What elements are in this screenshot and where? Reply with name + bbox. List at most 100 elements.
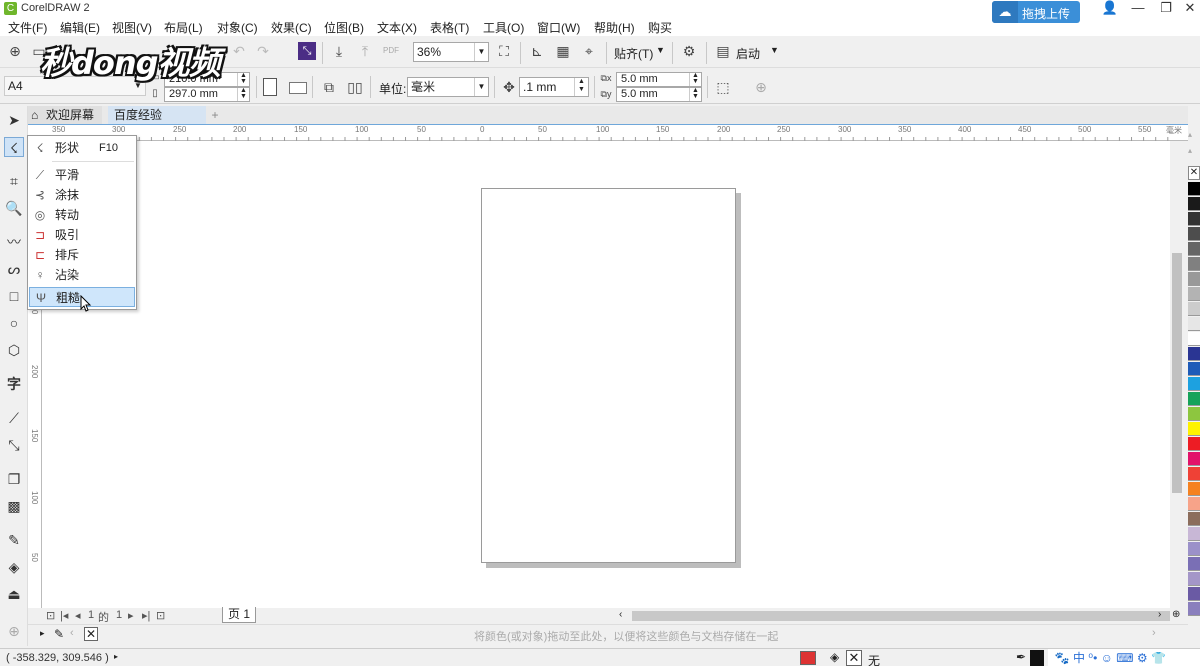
menu-help[interactable]: 帮助(H) — [594, 19, 635, 36]
palette-swatch[interactable] — [1188, 467, 1200, 481]
palette-swatch[interactable] — [1188, 287, 1200, 301]
chevron-right-icon[interactable]: › — [1152, 627, 1156, 639]
page-height-input[interactable]: 297.0 mm ▲ ▼ — [164, 87, 250, 102]
tab-document[interactable]: 百度经验 — [108, 106, 206, 124]
first-page-button[interactable]: |◂ — [60, 609, 68, 622]
new-document-icon[interactable]: ⊕ — [6, 42, 24, 60]
spin-arrows-icon[interactable]: ▲ ▼ — [237, 72, 249, 86]
menu-buy[interactable]: 购买 — [648, 19, 672, 36]
horizontal-ruler[interactable]: 350 300 250 200 150 100 50 0 50 100 150 … — [28, 124, 1188, 141]
pdf-icon[interactable]: PDF — [382, 42, 400, 60]
close-button[interactable]: ✕ — [1176, 0, 1200, 18]
menu-tools[interactable]: 工具(O) — [483, 19, 524, 36]
shape-tool-icon[interactable]: ☇ — [4, 137, 24, 157]
palette-swatch[interactable] — [1188, 527, 1200, 541]
palette-swatch[interactable] — [1188, 572, 1200, 586]
redo-icon[interactable]: ↷ — [254, 42, 272, 60]
flyout-item-repel[interactable]: ⊏ 排斥 — [29, 245, 135, 265]
menu-edit[interactable]: 编辑(E) — [60, 19, 100, 36]
palette-swatch[interactable] — [1188, 272, 1200, 286]
units-select[interactable]: 毫米 ▼ — [407, 77, 489, 97]
minimize-button[interactable]: — — [1124, 0, 1152, 18]
flyout-item-smooth[interactable]: ⟋ 平滑 — [29, 165, 135, 185]
spin-arrows-icon[interactable]: ▲ ▼ — [574, 78, 588, 96]
duplicate-distance-y-input[interactable]: 5.0 mm ▲ ▼ — [616, 87, 702, 102]
rectangle-tool-icon[interactable]: □ — [4, 286, 24, 306]
palette-swatch[interactable] — [1188, 347, 1200, 361]
portrait-button[interactable] — [263, 78, 277, 96]
palette-swatch[interactable] — [1188, 557, 1200, 571]
palette-swatch[interactable] — [1188, 392, 1200, 406]
zoom-select[interactable]: 36% ▼ — [413, 42, 489, 62]
add-page-icon[interactable]: ⊕ — [752, 78, 770, 96]
rulers-icon[interactable]: ⊾ — [528, 42, 546, 60]
import-icon[interactable]: ⤓ — [330, 42, 348, 60]
menu-effects[interactable]: 效果(C) — [271, 19, 312, 36]
palette-swatch[interactable] — [1188, 377, 1200, 391]
zoom-icon[interactable]: ⊕ — [1172, 609, 1180, 620]
scroll-thumb[interactable] — [1172, 253, 1182, 493]
menu-file[interactable]: 文件(F) — [8, 19, 47, 36]
menu-object[interactable]: 对象(C) — [217, 19, 258, 36]
palette-swatch[interactable] — [1188, 407, 1200, 421]
scroll-thumb[interactable] — [632, 611, 1170, 621]
options-gear-icon[interactable]: ⚙ — [680, 42, 698, 60]
scroll-left-icon[interactable]: ‹ — [619, 609, 622, 620]
menu-table[interactable]: 表格(T) — [430, 19, 469, 36]
crop-tool-icon[interactable]: ⌗ — [4, 171, 24, 191]
chevron-right-icon[interactable]: ▸ — [40, 628, 45, 639]
zoom-tool-icon[interactable]: 🔍 — [4, 198, 24, 218]
tab-welcome[interactable]: ⌂ 欢迎屏幕 — [28, 106, 102, 124]
undo-icon[interactable]: ↶ — [230, 42, 248, 60]
smart-fill-icon[interactable]: ⏏ — [4, 584, 24, 604]
scroll-right-icon[interactable]: › — [1158, 609, 1161, 620]
palette-swatch[interactable] — [1188, 182, 1200, 196]
launch-dropdown[interactable]: 启动 — [736, 45, 760, 62]
upload-button[interactable]: ☁ 拖拽上传 — [992, 1, 1080, 23]
duplicate-distance-x-input[interactable]: 5.0 mm ▲ ▼ — [616, 72, 702, 87]
palette-swatch[interactable] — [1188, 602, 1200, 616]
drop-shadow-icon[interactable]: ❐ — [4, 469, 24, 489]
palette-swatch[interactable] — [1188, 257, 1200, 271]
palette-swatch[interactable] — [1188, 197, 1200, 211]
user-icon[interactable]: 👤 — [1096, 0, 1124, 18]
eyedropper-icon[interactable]: ✎ — [4, 530, 24, 550]
page-tab[interactable]: 页 1 — [222, 607, 256, 623]
pick-tool-icon[interactable]: ➤ — [4, 110, 24, 130]
first-page-icon[interactable]: ⊡ — [46, 609, 55, 622]
palette-swatch[interactable] — [1188, 422, 1200, 436]
all-pages-icon[interactable]: ⧉ — [320, 78, 338, 96]
last-page-button[interactable]: ▸| — [142, 609, 150, 622]
ellipse-tool-icon[interactable]: ○ — [4, 313, 24, 333]
next-page-button[interactable]: ▸ — [128, 609, 134, 622]
vertical-scrollbar[interactable] — [1170, 141, 1184, 608]
palette-swatch[interactable] — [1188, 242, 1200, 256]
freehand-tool-icon[interactable]: 〰 — [4, 232, 24, 252]
add-tool-icon[interactable]: ⊕ — [4, 621, 24, 641]
no-color-swatch[interactable]: ✕ — [84, 627, 98, 641]
flyout-item-attract[interactable]: ⊐ 吸引 — [29, 225, 135, 245]
menu-layout[interactable]: 布局(L) — [164, 19, 203, 36]
flyout-item-smudge[interactable]: ♀ 沾染 — [29, 265, 135, 285]
palette-swatch[interactable] — [1188, 587, 1200, 601]
polygon-tool-icon[interactable]: ⬡ — [4, 340, 24, 360]
ime-toolbar[interactable]: 🐾 中 ⁰• ☺ ⌨ ⚙ 👕 — [1048, 649, 1200, 666]
palette-swatch[interactable] — [1188, 542, 1200, 556]
menu-view[interactable]: 视图(V) — [112, 19, 152, 36]
interactive-fill-icon[interactable]: ◈ — [4, 557, 24, 577]
palette-swatch[interactable] — [1188, 482, 1200, 496]
palette-swatch[interactable] — [1188, 227, 1200, 241]
add-page-icon[interactable]: ⊡ — [156, 609, 165, 622]
connector-tool-icon[interactable]: ⤡ — [4, 435, 24, 455]
palette-swatch[interactable] — [1188, 497, 1200, 511]
palette-swatch[interactable] — [1188, 437, 1200, 451]
chevron-left-icon[interactable]: ‹ — [70, 627, 74, 639]
palette-swatch[interactable] — [1188, 332, 1200, 346]
menu-window[interactable]: 窗口(W) — [537, 19, 580, 36]
prev-page-button[interactable]: ◂ — [75, 609, 81, 622]
current-page-icon[interactable]: ▯▯ — [346, 78, 364, 96]
nudge-distance-input[interactable]: .1 mm ▲ ▼ — [519, 77, 589, 97]
menu-text[interactable]: 文本(X) — [377, 19, 417, 36]
menu-bitmap[interactable]: 位图(B) — [324, 19, 364, 36]
palette-scroll-up-icon[interactable]: ▴ — [1188, 146, 1192, 155]
